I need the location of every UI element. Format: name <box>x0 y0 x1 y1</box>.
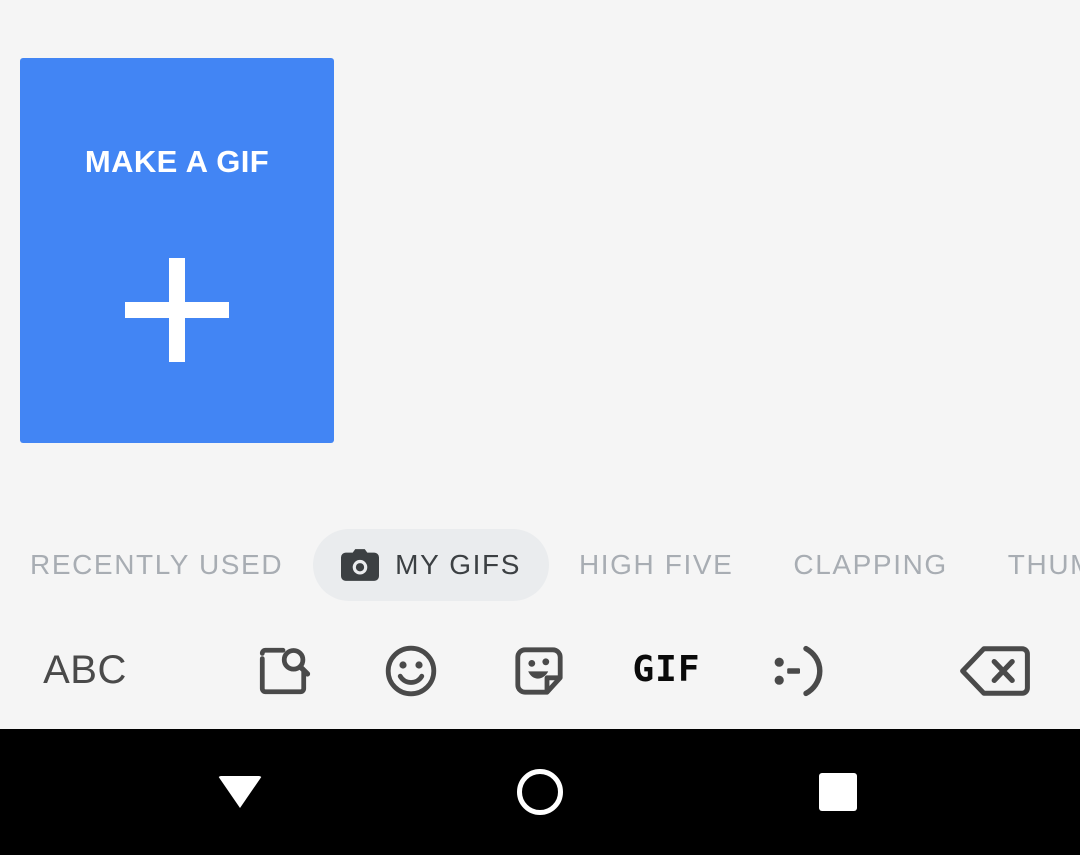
category-tab-label: HIGH FIVE <box>578 549 734 580</box>
keyboard-function-row: ABC GIF <box>0 620 1080 729</box>
backspace-key[interactable] <box>910 620 1080 729</box>
gif-key-label: GIF <box>632 649 701 690</box>
plus-icon <box>125 258 229 362</box>
keyboard-screen: MAKE A GIF RECENTLY USED MY GIFS HIGH FI… <box>0 0 1080 855</box>
emoticon-key[interactable] <box>712 620 877 729</box>
camera-icon <box>341 549 380 581</box>
category-tab-strip[interactable]: RECENTLY USED MY GIFS HIGH FIVE CLAPPING… <box>0 510 1080 620</box>
category-tab-high-five[interactable]: HIGH FIVE <box>549 529 763 601</box>
sticker-icon <box>511 643 567 699</box>
backspace-icon <box>959 644 1031 698</box>
category-tab-thumbs-up[interactable]: THUMBS UP <box>978 529 1080 601</box>
make-a-gif-tile[interactable]: MAKE A GIF <box>20 58 334 443</box>
abc-key-label: ABC <box>43 648 127 692</box>
image-search-icon <box>254 642 312 700</box>
category-tab-clapping[interactable]: CLAPPING <box>763 529 977 601</box>
triangle-down-icon <box>218 776 262 808</box>
abc-key[interactable]: ABC <box>0 620 170 729</box>
category-tab-label: RECENTLY USED <box>30 549 284 580</box>
home-button[interactable] <box>450 729 630 855</box>
category-tab-label: THUMBS UP <box>1007 549 1080 580</box>
category-tab-label: CLAPPING <box>793 549 948 580</box>
category-tab-recently-used[interactable]: RECENTLY USED <box>0 529 313 601</box>
category-tab-my-gifs[interactable]: MY GIFS <box>313 529 549 601</box>
back-button[interactable] <box>150 729 330 855</box>
recents-button[interactable] <box>748 729 928 855</box>
circle-icon <box>517 769 563 815</box>
smiley-face-icon <box>383 643 439 699</box>
make-a-gif-label: MAKE A GIF <box>84 144 270 179</box>
android-navigation-bar <box>0 729 1080 855</box>
emoticon-icon <box>766 643 824 699</box>
plus-icon-vertical-bar <box>169 258 185 362</box>
category-tab-label: MY GIFS <box>395 549 521 580</box>
square-icon <box>819 773 857 811</box>
gif-results-panel: MAKE A GIF <box>0 0 1080 510</box>
